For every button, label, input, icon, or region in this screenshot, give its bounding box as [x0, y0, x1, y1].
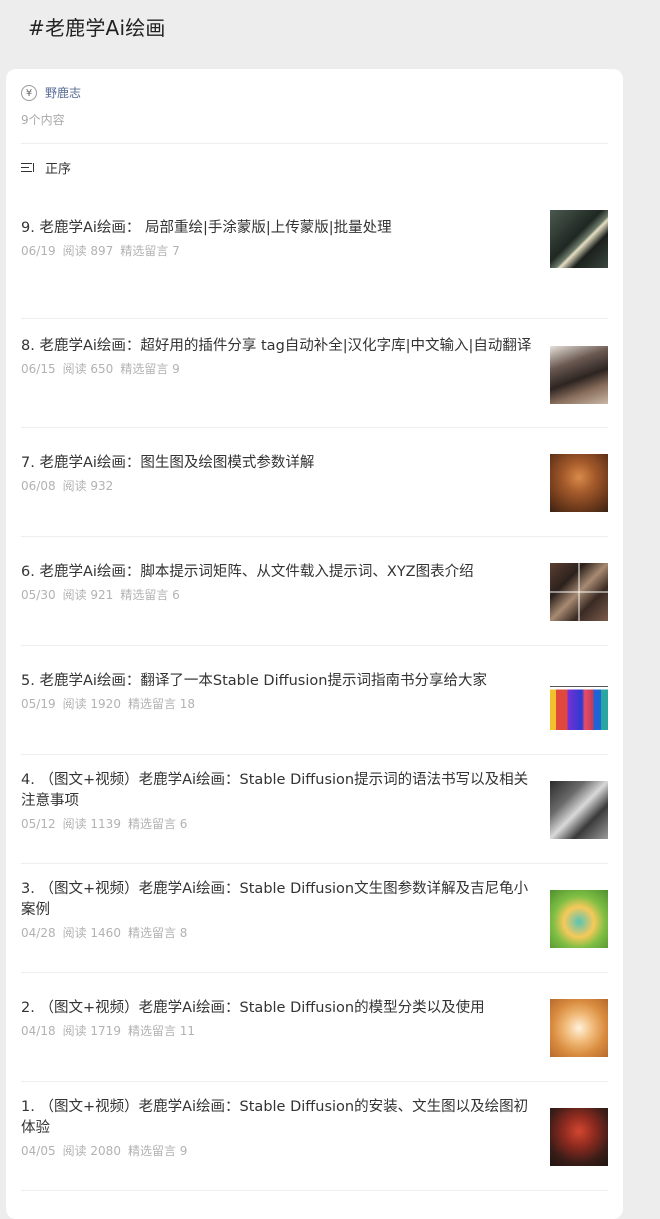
article-item[interactable]: 2. （图文+视频）老鹿学Ai绘画：Stable Diffusion的模型分类以…: [21, 973, 608, 1082]
article-meta: 05/19 阅读 1920 精选留言 18: [21, 695, 533, 712]
article-comments: 精选留言 7: [120, 244, 180, 258]
article-date: 05/12: [21, 817, 56, 831]
sort-label: 正序: [45, 162, 72, 177]
article-title: 6. 老鹿学Ai绘画：脚本提示词矩阵、从文件载入提示词、XYZ图表介绍: [21, 564, 474, 580]
article-reads: 阅读 921: [62, 588, 114, 602]
article-date: 04/28: [21, 926, 56, 940]
article-meta: 04/05 阅读 2080 精选留言 9: [21, 1142, 533, 1159]
article-reads: 阅读 650: [62, 362, 114, 376]
article-text: 8. 老鹿学Ai绘画：超好用的插件分享 tag自动补全|汉化字库|中文输入|自动…: [21, 336, 533, 377]
article-reads: 阅读 1719: [62, 1024, 121, 1038]
article-reads: 阅读 1460: [62, 926, 121, 940]
article-text: 5. 老鹿学Ai绘画：翻译了一本Stable Diffusion提示词指南书分享…: [21, 671, 533, 712]
sort-toggle[interactable]: 正序: [21, 158, 71, 177]
article-comments: 精选留言 9: [120, 362, 180, 376]
article-title: 2. （图文+视频）老鹿学Ai绘画：Stable Diffusion的模型分类以…: [21, 1000, 485, 1016]
article-date: 06/19: [21, 244, 56, 258]
article-item[interactable]: 4. （图文+视频）老鹿学Ai绘画：Stable Diffusion提示词的语法…: [21, 755, 608, 864]
article-meta: 05/12 阅读 1139 精选留言 6: [21, 815, 533, 832]
divider: [21, 143, 608, 144]
article-text: 3. （图文+视频）老鹿学Ai绘画：Stable Diffusion文生图参数详…: [21, 879, 533, 941]
article-reads: 阅读 1920: [62, 697, 121, 711]
article-item[interactable]: 8. 老鹿学Ai绘画：超好用的插件分享 tag自动补全|汉化字库|中文输入|自动…: [21, 319, 608, 428]
article-item[interactable]: 5. 老鹿学Ai绘画：翻译了一本Stable Diffusion提示词指南书分享…: [21, 646, 608, 755]
page-title: #老鹿学Ai绘画: [28, 16, 166, 40]
article-comments: 精选留言 9: [127, 1144, 188, 1158]
article-reads: 阅读 897: [62, 244, 114, 258]
author-avatar-icon: ¥: [21, 84, 37, 101]
article-thumbnail[interactable]: [550, 890, 608, 948]
article-comments: 精选留言 18: [127, 697, 196, 711]
article-title: 3. （图文+视频）老鹿学Ai绘画：Stable Diffusion文生图参数详…: [21, 881, 529, 918]
article-title: 8. 老鹿学Ai绘画：超好用的插件分享 tag自动补全|汉化字库|中文输入|自动…: [21, 338, 532, 354]
article-meta: 04/18 阅读 1719 精选留言 11: [21, 1022, 533, 1039]
article-date: 04/18: [21, 1024, 56, 1038]
article-title: 7. 老鹿学Ai绘画：图生图及绘图模式参数详解: [21, 455, 315, 471]
author-row[interactable]: ¥ 野鹿志: [21, 84, 81, 101]
article-date: 05/30: [21, 588, 56, 602]
article-meta: 06/19 阅读 897 精选留言 7: [21, 242, 533, 259]
article-text: 7. 老鹿学Ai绘画：图生图及绘图模式参数详解 06/08 阅读 932: [21, 453, 533, 494]
article-reads: 阅读 932: [62, 479, 114, 493]
article-text: 6. 老鹿学Ai绘画：脚本提示词矩阵、从文件载入提示词、XYZ图表介绍 05/3…: [21, 562, 533, 603]
article-thumbnail[interactable]: [550, 781, 608, 839]
article-item[interactable]: 6. 老鹿学Ai绘画：脚本提示词矩阵、从文件载入提示词、XYZ图表介绍 05/3…: [21, 537, 608, 646]
article-comments: 精选留言 11: [127, 1024, 196, 1038]
article-text: 2. （图文+视频）老鹿学Ai绘画：Stable Diffusion的模型分类以…: [21, 998, 533, 1039]
article-title: 1. （图文+视频）老鹿学Ai绘画：Stable Diffusion的安装、文生…: [21, 1099, 529, 1136]
article-date: 06/08: [21, 479, 56, 493]
article-list: 9. 老鹿学Ai绘画： 局部重绘|手涂蒙版|上传蒙版|批量处理 06/19 阅读 …: [21, 210, 608, 1191]
article-comments: 精选留言 8: [127, 926, 188, 940]
article-date: 06/15: [21, 362, 56, 376]
article-comments: 精选留言 6: [120, 588, 180, 602]
article-item[interactable]: 1. （图文+视频）老鹿学Ai绘画：Stable Diffusion的安装、文生…: [21, 1082, 608, 1191]
article-title: 5. 老鹿学Ai绘画：翻译了一本Stable Diffusion提示词指南书分享…: [21, 673, 487, 689]
article-thumbnail[interactable]: [550, 454, 608, 512]
article-thumbnail[interactable]: [550, 999, 608, 1057]
article-item[interactable]: 7. 老鹿学Ai绘画：图生图及绘图模式参数详解 06/08 阅读 932: [21, 428, 608, 537]
content-count: 9个内容: [21, 113, 65, 127]
article-meta: 06/08 阅读 932: [21, 477, 533, 494]
article-text: 1. （图文+视频）老鹿学Ai绘画：Stable Diffusion的安装、文生…: [21, 1097, 533, 1159]
article-reads: 阅读 1139: [62, 817, 121, 831]
album-card: ¥ 野鹿志 9个内容 正序 9. 老鹿学Ai绘画： 局部重绘|手涂蒙版|上传蒙版…: [6, 69, 623, 1219]
article-thumbnail[interactable]: [550, 346, 608, 404]
article-text: 9. 老鹿学Ai绘画： 局部重绘|手涂蒙版|上传蒙版|批量处理 06/19 阅读 …: [21, 218, 533, 259]
article-thumbnail[interactable]: [550, 1108, 608, 1166]
sort-order-icon: [21, 161, 37, 175]
article-thumbnail[interactable]: [550, 563, 608, 621]
article-meta: 05/30 阅读 921 精选留言 6: [21, 586, 533, 603]
article-title: 4. （图文+视频）老鹿学Ai绘画：Stable Diffusion提示词的语法…: [21, 772, 529, 809]
article-title: 9. 老鹿学Ai绘画： 局部重绘|手涂蒙版|上传蒙版|批量处理: [21, 220, 392, 236]
article-date: 05/19: [21, 697, 56, 711]
article-thumbnail[interactable]: [550, 672, 608, 730]
article-date: 04/05: [21, 1144, 56, 1158]
article-meta: 06/15 阅读 650 精选留言 9: [21, 360, 533, 377]
article-reads: 阅读 2080: [62, 1144, 121, 1158]
article-item[interactable]: 9. 老鹿学Ai绘画： 局部重绘|手涂蒙版|上传蒙版|批量处理 06/19 阅读 …: [21, 210, 608, 319]
author-name[interactable]: 野鹿志: [45, 84, 81, 101]
article-item[interactable]: 3. （图文+视频）老鹿学Ai绘画：Stable Diffusion文生图参数详…: [21, 864, 608, 973]
article-text: 4. （图文+视频）老鹿学Ai绘画：Stable Diffusion提示词的语法…: [21, 770, 533, 832]
article-thumbnail[interactable]: [550, 210, 608, 268]
article-meta: 04/28 阅读 1460 精选留言 8: [21, 924, 533, 941]
article-comments: 精选留言 6: [127, 817, 188, 831]
